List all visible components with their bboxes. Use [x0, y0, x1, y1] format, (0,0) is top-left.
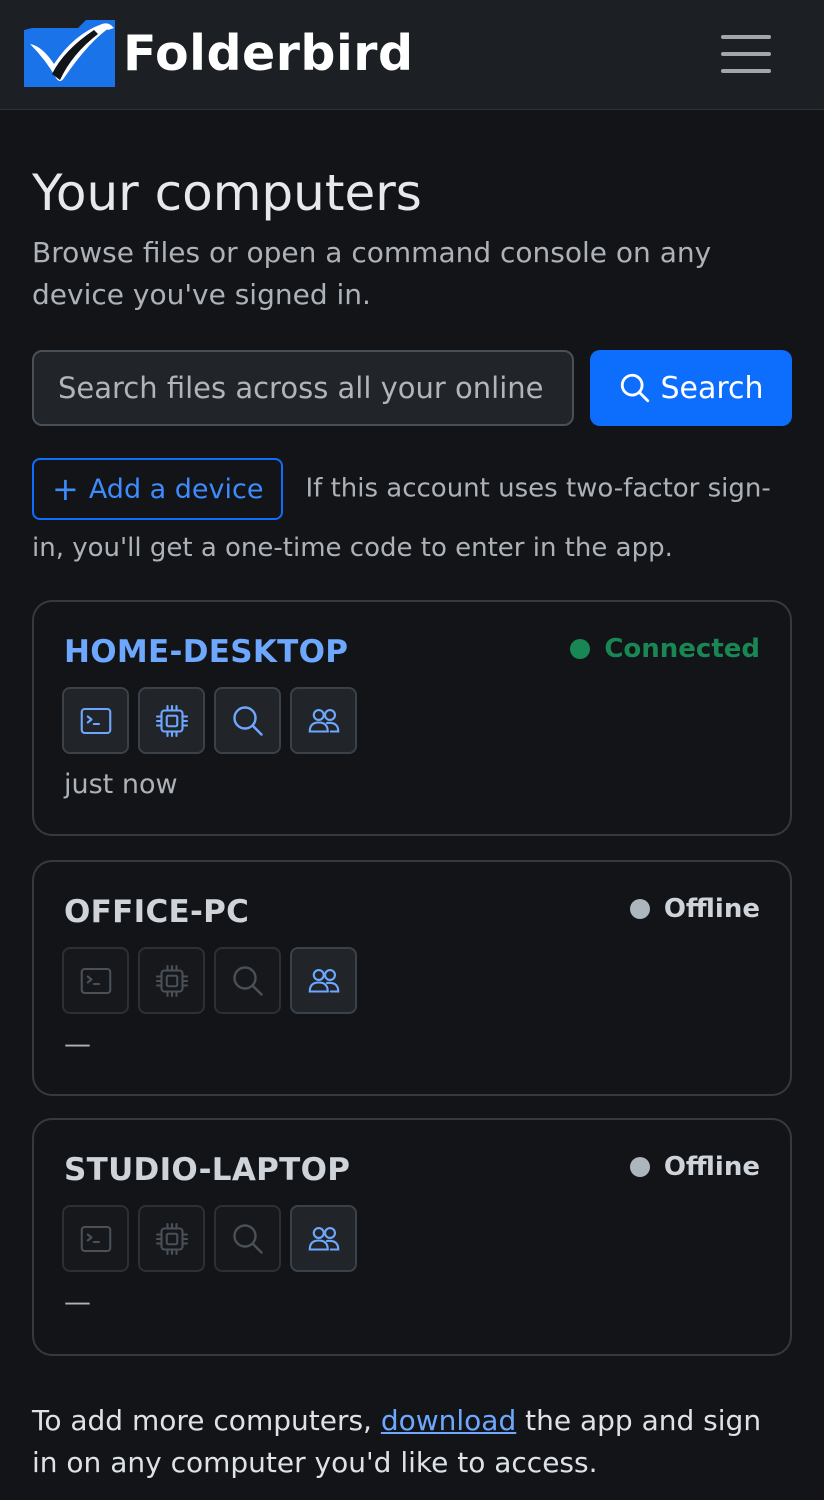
search-icon — [232, 705, 263, 736]
last-seen: — — [64, 1029, 91, 1060]
device-card: STUDIO-LAPTOP Offline — — [32, 1118, 792, 1356]
search-button[interactable]: Search — [590, 350, 792, 426]
status-dot — [570, 639, 591, 659]
search-icon — [232, 965, 263, 996]
status-label: Offline — [663, 894, 760, 924]
add-device-button[interactable]: + Add a device — [32, 458, 284, 520]
cpu-icon — [155, 1222, 188, 1255]
file-search-button — [214, 1205, 281, 1272]
brand[interactable]: Folderbird — [24, 20, 414, 87]
footer-text: To add more computers, download the app … — [32, 1400, 792, 1484]
search-input[interactable] — [32, 350, 574, 426]
share-button[interactable] — [290, 947, 357, 1014]
device-card: OFFICE-PC Offline — — [32, 860, 792, 1096]
add-device-row: + Add a device If this account uses two-… — [32, 458, 792, 576]
status-badge: Connected — [570, 634, 760, 664]
menu-icon[interactable] — [715, 30, 777, 78]
system-info-button — [138, 1205, 205, 1272]
search-icon — [232, 1223, 263, 1254]
folderbird-logo-icon — [24, 20, 115, 87]
cpu-icon — [155, 704, 188, 737]
status-label: Offline — [663, 1152, 760, 1182]
device-name: OFFICE-PC — [64, 894, 250, 930]
status-dot — [629, 1157, 650, 1177]
terminal-icon — [80, 707, 111, 734]
status-badge: Offline — [629, 1152, 760, 1182]
cpu-icon — [155, 964, 188, 997]
system-info-button[interactable] — [138, 687, 205, 754]
add-device-label: Add a device — [88, 473, 264, 505]
device-actions — [62, 1205, 366, 1272]
console-button[interactable] — [62, 687, 129, 754]
console-button — [62, 1205, 129, 1272]
navbar: Folderbird — [0, 0, 824, 110]
last-seen: — — [64, 1287, 91, 1318]
device-name[interactable]: HOME-DESKTOP — [64, 634, 348, 670]
device-actions — [62, 947, 366, 1014]
status-dot — [629, 899, 650, 919]
share-button[interactable] — [290, 1205, 357, 1272]
people-icon — [308, 708, 339, 733]
console-button — [62, 947, 129, 1014]
terminal-icon — [80, 1225, 111, 1252]
search-icon — [621, 373, 650, 403]
device-card: HOME-DESKTOP Connected just now — [32, 600, 792, 836]
brand-name: Folderbird — [123, 25, 414, 82]
system-info-button — [138, 947, 205, 1014]
people-icon — [308, 1226, 339, 1251]
device-name: STUDIO-LAPTOP — [64, 1152, 351, 1188]
download-link[interactable]: download — [381, 1404, 516, 1437]
file-search-button[interactable] — [214, 687, 281, 754]
status-label: Connected — [604, 634, 760, 664]
device-actions — [62, 687, 366, 754]
search-button-label: Search — [660, 370, 764, 406]
terminal-icon — [80, 967, 111, 994]
plus-icon: + — [52, 470, 79, 508]
share-button[interactable] — [290, 687, 357, 754]
page-subtitle: Browse files or open a command console o… — [32, 236, 712, 311]
footer-text-before: To add more computers, — [32, 1404, 381, 1437]
status-badge: Offline — [629, 894, 760, 924]
file-search-button — [214, 947, 281, 1014]
people-icon — [308, 968, 339, 993]
last-seen: just now — [64, 769, 178, 800]
page-title: Your computers — [32, 164, 422, 222]
